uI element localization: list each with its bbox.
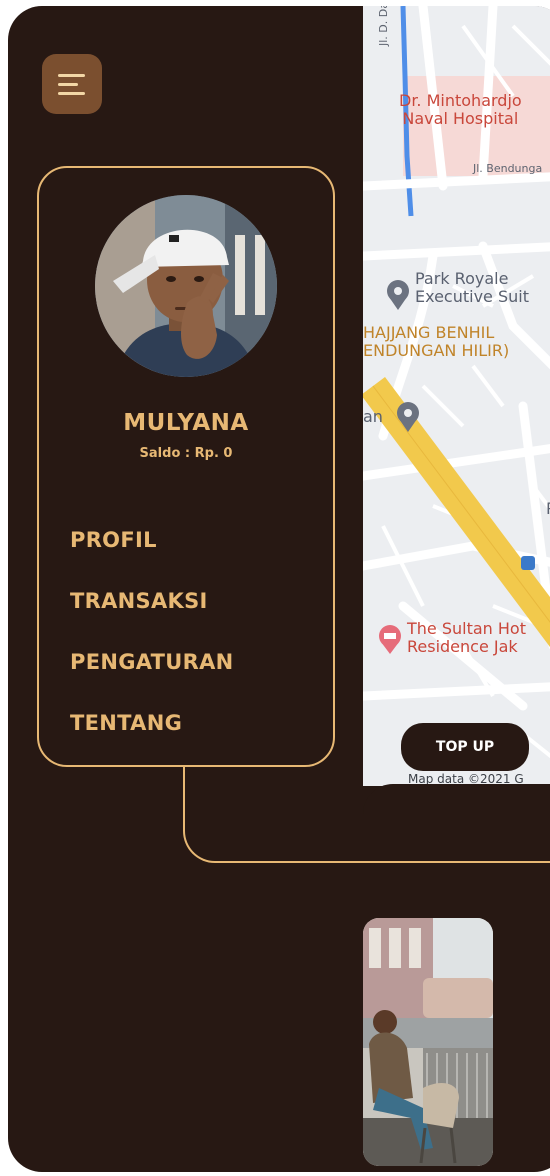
map-road-label-bendungan: Jl. Bendunga — [473, 162, 543, 175]
avatar-photo — [95, 195, 277, 377]
nav-item-pengaturan[interactable]: PENGATURAN — [70, 650, 234, 674]
hamburger-line — [58, 92, 85, 95]
profile-card: MULYANA Saldo : Rp. 0 PROFIL TRANSAKSI P… — [37, 166, 335, 767]
map-road-label: Jl. D. Dampe — [377, 6, 390, 46]
map-poi-hospital[interactable]: Dr. Mintohardjo Naval Hospital — [399, 92, 522, 128]
user-name: MULYANA — [123, 410, 249, 436]
app-screen: Jl. D. Dampe Dr. Mintohardjo Naval Hospi… — [8, 6, 550, 1172]
map-view[interactable]: Jl. D. Dampe Dr. Mintohardjo Naval Hospi… — [363, 6, 550, 786]
top-up-button[interactable]: TOP UP — [401, 723, 529, 771]
hamburger-menu-icon — [58, 74, 85, 77]
map-label-fragment-p: P — [546, 500, 550, 518]
nav-item-profil[interactable]: PROFIL — [70, 528, 157, 552]
nav-item-transaksi[interactable]: TRANSAKSI — [70, 589, 208, 613]
menu-button[interactable] — [42, 54, 102, 114]
promo-image-card[interactable] — [363, 918, 493, 1166]
map-area-label: HAJJANG BENHIL ENDUNGAN HILIR) — [363, 323, 510, 360]
map-label-fragment: an — [363, 407, 383, 426]
balance-text: Saldo : Rp. 0 — [139, 446, 233, 461]
map-poi-park-royale[interactable]: Park Royale Executive Suit — [415, 270, 529, 306]
decorative-connector-line — [183, 767, 550, 863]
promo-photo — [363, 918, 493, 1166]
map-poi-sultan[interactable]: The Sultan Hot Residence Jak — [407, 620, 526, 656]
hamburger-line — [58, 83, 78, 86]
avatar[interactable] — [95, 195, 277, 377]
nav-item-tentang[interactable]: TENTANG — [70, 711, 182, 735]
